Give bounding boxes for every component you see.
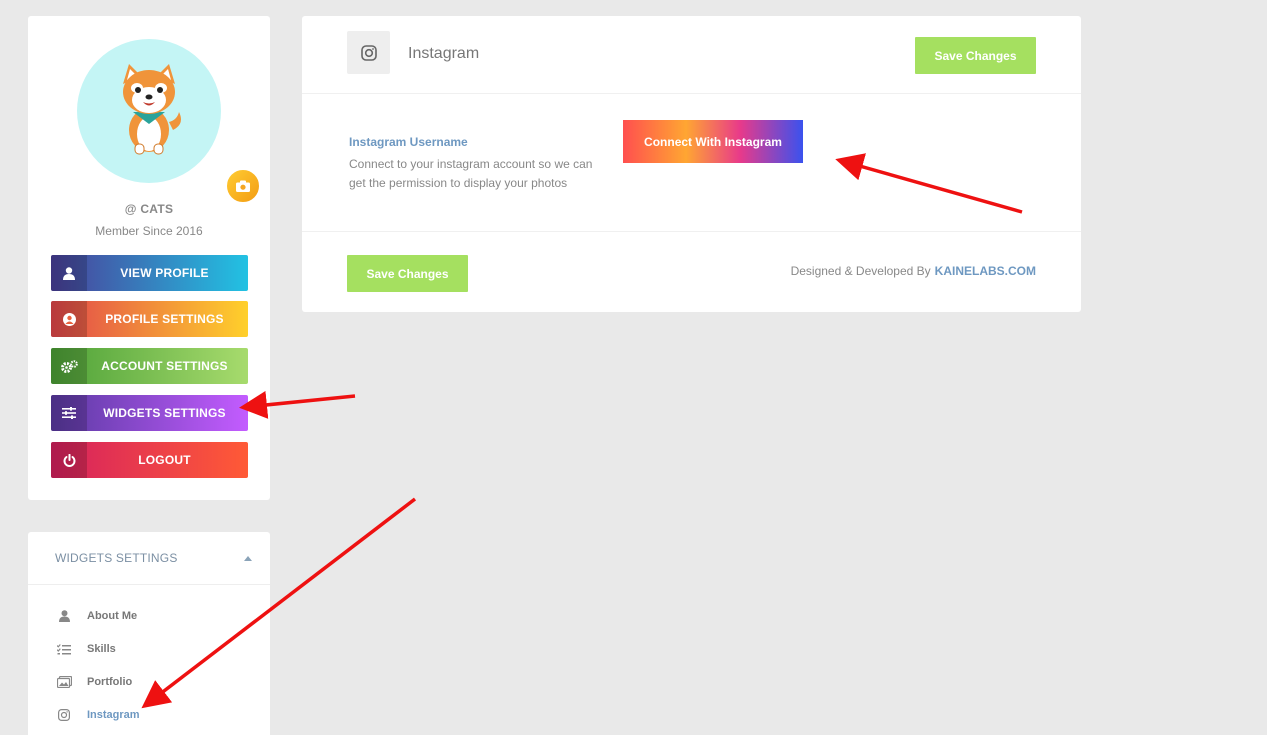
instagram-username-label: Instagram Username [349, 135, 468, 149]
widget-item-label: About Me [87, 610, 138, 622]
view-profile-button[interactable]: VIEW PROFILE [51, 255, 248, 291]
power-icon [51, 442, 87, 478]
gears-icon [51, 348, 87, 384]
list-check-icon [55, 643, 73, 655]
user-circle-icon [51, 301, 87, 337]
collapse-caret-icon[interactable] [244, 555, 252, 561]
instagram-settings-card: Instagram Save Changes Instagram Usernam… [302, 16, 1081, 312]
connect-instagram-button[interactable]: Connect With Instagram [623, 120, 803, 163]
sliders-icon [51, 395, 87, 431]
widgets-panel-title: WIDGETS SETTINGS [55, 551, 178, 565]
account-settings-button[interactable]: ACCOUNT SETTINGS [51, 348, 248, 384]
change-avatar-button[interactable] [225, 168, 261, 204]
profile-settings-button[interactable]: PROFILE SETTINGS [51, 301, 248, 337]
profile-settings-label: PROFILE SETTINGS [105, 312, 224, 326]
footer-credit: Designed & Developed By KAINELABS.COM [791, 264, 1036, 278]
widget-item-label: Skills [87, 643, 116, 655]
credit-prefix: Designed & Developed By [790, 264, 931, 278]
instagram-icon [347, 31, 390, 74]
images-icon [55, 676, 73, 688]
widgets-settings-label: WIDGETS SETTINGS [103, 406, 226, 420]
card-header: Instagram Save Changes [302, 16, 1081, 94]
instagram-username-description: Connect to your instagram account so we … [349, 157, 593, 190]
widget-item-skills[interactable]: Skills [55, 639, 116, 659]
member-since: Member Since 2016 [95, 224, 203, 238]
camera-icon [236, 180, 250, 192]
widget-item-label: Instagram [87, 709, 140, 721]
widget-item-instagram[interactable]: Instagram [55, 705, 140, 725]
widget-item-label: Portfolio [87, 676, 133, 688]
credit-brand-link[interactable]: KAINELABS.COM [935, 264, 1036, 278]
widget-item-portfolio[interactable]: Portfolio [55, 672, 132, 692]
avatar [77, 39, 261, 204]
profile-username: @ CATS [124, 202, 174, 216]
save-changes-button-top[interactable]: Save Changes [915, 37, 1036, 74]
widgets-settings-panel: WIDGETS SETTINGS About Me Skills Portfol… [28, 532, 270, 735]
profile-card: @ CATS Member Since 2016 VIEW PROFILE PR… [28, 16, 270, 500]
account-settings-label: ACCOUNT SETTINGS [101, 359, 228, 373]
widgets-panel-header[interactable]: WIDGETS SETTINGS [28, 532, 270, 585]
instagram-icon [55, 709, 73, 721]
page-title: Instagram [408, 45, 480, 62]
user-icon [55, 610, 73, 622]
divider [302, 231, 1081, 232]
shiba-dog-avatar-image [123, 64, 181, 155]
logout-label: LOGOUT [138, 453, 191, 467]
widgets-settings-button[interactable]: WIDGETS SETTINGS [51, 395, 248, 431]
user-icon [51, 255, 87, 291]
logout-button[interactable]: LOGOUT [51, 442, 248, 478]
view-profile-label: VIEW PROFILE [120, 266, 209, 280]
save-changes-button-bottom[interactable]: Save Changes [347, 255, 468, 292]
widget-item-about-me[interactable]: About Me [55, 606, 137, 626]
